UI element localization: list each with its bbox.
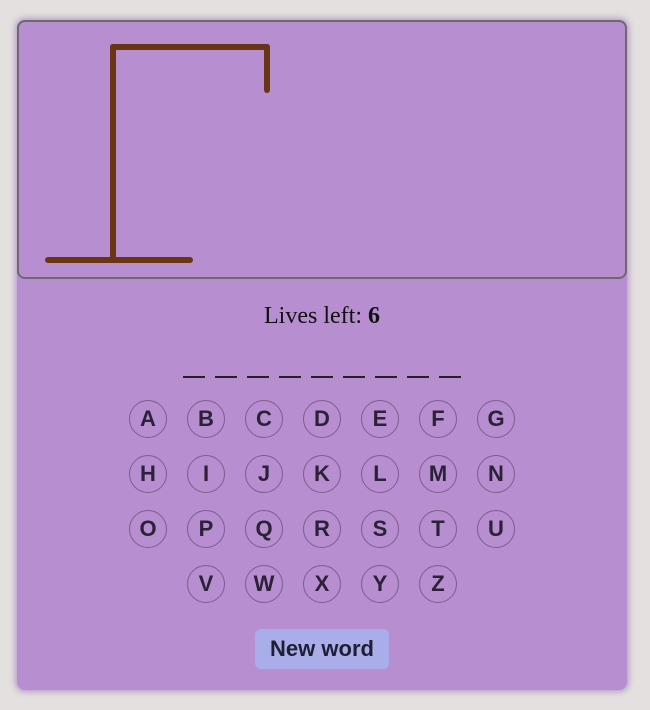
letter-blank <box>439 360 461 378</box>
letter-blank <box>215 360 237 378</box>
letter-key-m[interactable]: M <box>419 455 457 493</box>
letter-key-k[interactable]: K <box>303 455 341 493</box>
letter-key-z[interactable]: Z <box>419 565 457 603</box>
keyboard-row: ABCDEFG <box>17 400 627 440</box>
letter-key-l[interactable]: L <box>361 455 399 493</box>
letter-key-q[interactable]: Q <box>245 510 283 548</box>
letter-key-g[interactable]: G <box>477 400 515 438</box>
letter-blank <box>183 360 205 378</box>
letter-blank <box>407 360 429 378</box>
letter-key-b[interactable]: B <box>187 400 225 438</box>
lives-counter: Lives left: 6 <box>17 303 627 330</box>
letter-blank <box>247 360 269 378</box>
lives-label: Lives left: <box>264 303 362 329</box>
letter-key-n[interactable]: N <box>477 455 515 493</box>
letter-key-j[interactable]: J <box>245 455 283 493</box>
letter-key-e[interactable]: E <box>361 400 399 438</box>
letter-key-t[interactable]: T <box>419 510 457 548</box>
letter-key-r[interactable]: R <box>303 510 341 548</box>
letter-key-f[interactable]: F <box>419 400 457 438</box>
letter-key-h[interactable]: H <box>129 455 167 493</box>
letter-blank <box>343 360 365 378</box>
letter-key-w[interactable]: W <box>245 565 283 603</box>
gallows-drawing <box>45 44 270 263</box>
new-word-button[interactable]: New word <box>255 629 389 669</box>
letter-key-x[interactable]: X <box>303 565 341 603</box>
letter-key-a[interactable]: A <box>129 400 167 438</box>
letter-key-v[interactable]: V <box>187 565 225 603</box>
letter-key-u[interactable]: U <box>477 510 515 548</box>
letter-key-d[interactable]: D <box>303 400 341 438</box>
game-card: Lives left: 6 ABCDEFG HIJKLMN OPQRSTU VWXYZ… <box>17 20 627 690</box>
letter-key-c[interactable]: C <box>245 400 283 438</box>
letter-key-p[interactable]: P <box>187 510 225 548</box>
keyboard-row: VWXYZ <box>17 565 627 605</box>
letter-blank <box>375 360 397 378</box>
keyboard-row: OPQRSTU <box>17 510 627 550</box>
letter-key-i[interactable]: I <box>187 455 225 493</box>
letter-key-s[interactable]: S <box>361 510 399 548</box>
gallows-panel <box>17 20 627 279</box>
letter-key-y[interactable]: Y <box>361 565 399 603</box>
letter-blank <box>311 360 333 378</box>
letter-blank <box>279 360 301 378</box>
lives-count: 6 <box>367 303 380 329</box>
keyboard-row: HIJKLMN <box>17 455 627 495</box>
hidden-word <box>17 360 627 378</box>
letter-key-o[interactable]: O <box>129 510 167 548</box>
letter-keyboard: ABCDEFG HIJKLMN OPQRSTU VWXYZ <box>17 400 627 620</box>
